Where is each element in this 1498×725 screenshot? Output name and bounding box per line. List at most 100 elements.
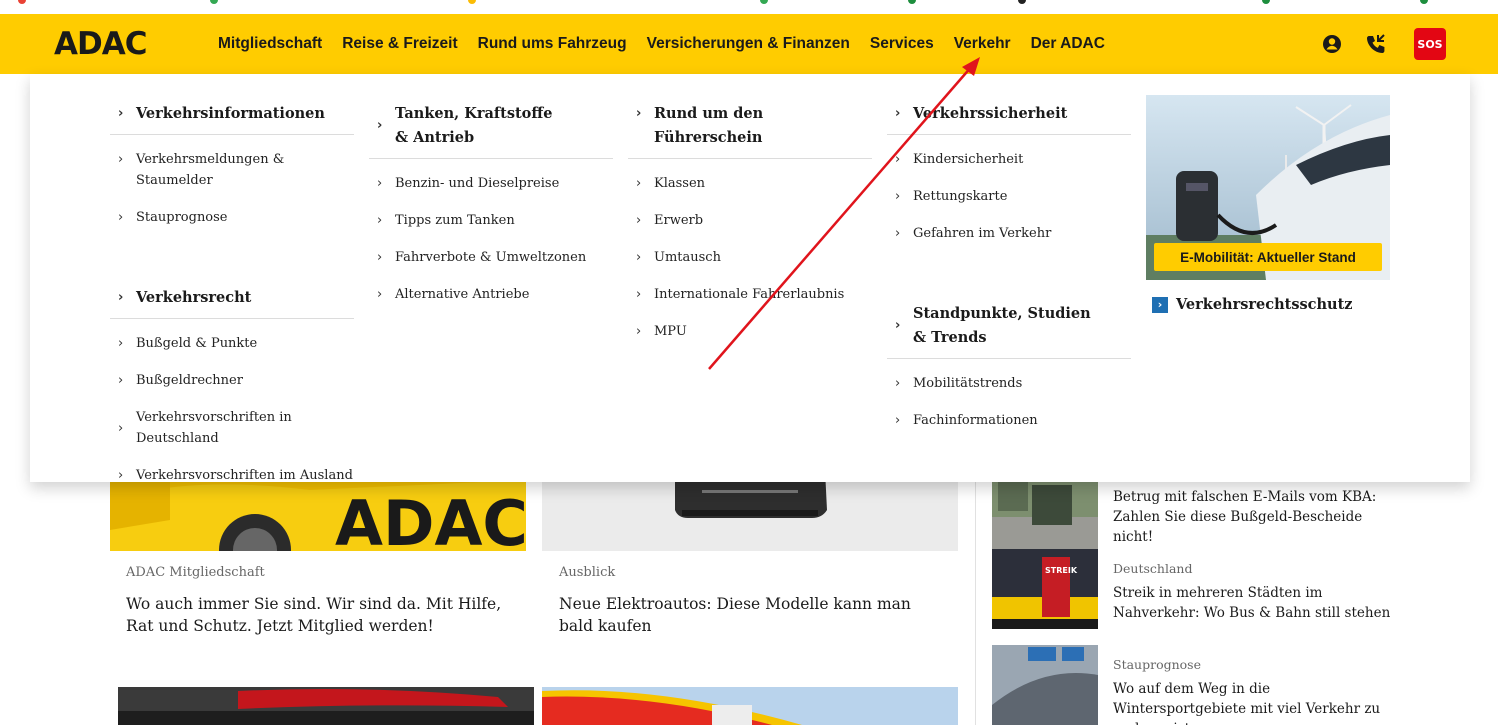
menu-item-label: Bußgeld & Punkte bbox=[136, 336, 258, 351]
menu-item-label: Tipps zum Tanken bbox=[395, 213, 515, 228]
indicator-dot bbox=[1420, 0, 1428, 4]
menu-column-4: › Verkehrssicherheit › Kindersicherheit › R… bbox=[887, 94, 1131, 439]
menu-heading-tanken[interactable]: › Tanken, Kraftstoffe & Antrieb bbox=[369, 94, 613, 159]
nav-item-services[interactable]: Services bbox=[860, 35, 944, 53]
verkehrsrechtsschutz-link[interactable]: › Verkehrsrechtsschutz bbox=[1152, 296, 1353, 313]
sidebar-category: Stauprognose bbox=[1113, 657, 1201, 672]
menu-item[interactable]: › Internationale Fahrerlaubnis bbox=[628, 276, 872, 313]
sidebar-article-title[interactable]: Wo auf dem Weg in die Wintersportgebiete… bbox=[1113, 679, 1403, 725]
chevron-right-icon: › bbox=[1152, 296, 1168, 313]
chevron-right-icon: › bbox=[377, 213, 383, 228]
menu-heading-verkehrsrecht[interactable]: › Verkehrsrecht bbox=[110, 278, 354, 319]
menu-item-label: Fahrverbote & Umweltzonen bbox=[395, 250, 587, 265]
chevron-right-icon: › bbox=[118, 290, 124, 305]
card-category: ADAC Mitgliedschaft bbox=[126, 565, 265, 580]
menu-item[interactable]: › Fahrverbote & Umweltzonen bbox=[369, 239, 613, 276]
site-header: ADAC Mitgliedschaft Reise & Freizeit Run… bbox=[0, 14, 1498, 74]
adac-logo[interactable]: ADAC bbox=[54, 26, 147, 62]
menu-heading-label: Verkehrssicherheit bbox=[913, 105, 1068, 122]
chevron-right-icon: › bbox=[895, 376, 901, 391]
menu-column-3: › Rund um den Führerschein › Klassen › Erwe… bbox=[628, 94, 872, 350]
chevron-right-icon: › bbox=[895, 226, 901, 241]
menu-item-label: Internationale Fahrerlaubnis bbox=[654, 287, 845, 302]
menu-item[interactable]: › Erwerb bbox=[628, 202, 872, 239]
menu-item[interactable]: › Kindersicherheit bbox=[887, 141, 1131, 178]
chevron-right-icon: › bbox=[636, 106, 642, 121]
chevron-right-icon: › bbox=[895, 318, 901, 333]
menu-item[interactable]: › Stauprognose bbox=[110, 199, 354, 236]
menu-heading-label: Verkehrsinformationen bbox=[136, 105, 325, 122]
sidebar-article-title[interactable]: Betrug mit falschen E-Mails vom KBA: Zah… bbox=[1113, 487, 1403, 547]
indicator-dot bbox=[468, 0, 476, 4]
menu-item[interactable]: › Tipps zum Tanken bbox=[369, 202, 613, 239]
menu-item-label: Alternative Antriebe bbox=[395, 287, 530, 302]
menu-heading-standpunkte[interactable]: › Standpunkte, Studien & Trends bbox=[887, 294, 1131, 359]
chevron-right-icon: › bbox=[377, 250, 383, 265]
chevron-right-icon: › bbox=[377, 176, 383, 191]
menu-heading-label: Rund um den Führerschein bbox=[654, 105, 764, 146]
menu-item[interactable]: › Alternative Antriebe bbox=[369, 276, 613, 313]
menu-item-label: Verkehrsvorschriften im Ausland bbox=[136, 468, 353, 483]
menu-item[interactable]: › Verkehrsmeldungen & Staumelder bbox=[110, 141, 354, 199]
phone-icon[interactable] bbox=[1360, 28, 1392, 60]
promo-badge[interactable]: E-Mobilität: Aktueller Stand bbox=[1154, 243, 1382, 271]
menu-item-label: Umtausch bbox=[654, 250, 721, 265]
chevron-right-icon: › bbox=[636, 287, 642, 302]
menu-item[interactable]: › Verkehrsvorschriften im Ausland bbox=[110, 457, 354, 494]
main-nav: Mitgliedschaft Reise & Freizeit Rund ums… bbox=[208, 14, 1115, 74]
menu-heading-label: Tanken, Kraftstoffe & Antrieb bbox=[395, 105, 553, 146]
menu-item[interactable]: › Bußgeldrechner bbox=[110, 362, 354, 399]
menu-item[interactable]: › Rettungskarte bbox=[887, 178, 1131, 215]
menu-item-label: Erwerb bbox=[654, 213, 704, 228]
menu-item-label: Verkehrsvorschriften in Deutschland bbox=[136, 410, 292, 446]
nav-item-reise-freizeit[interactable]: Reise & Freizeit bbox=[332, 35, 467, 53]
indicator-dot bbox=[1018, 0, 1026, 4]
promo-image-emobility[interactable]: E-Mobilität: Aktueller Stand bbox=[1146, 95, 1390, 280]
card-title[interactable]: Neue Elektroautos: Diese Modelle kann ma… bbox=[559, 593, 943, 637]
chevron-right-icon: › bbox=[895, 413, 901, 428]
menu-item-label: Klassen bbox=[654, 176, 706, 191]
chevron-right-icon: › bbox=[895, 152, 901, 167]
menu-item[interactable]: › Fachinformationen bbox=[887, 402, 1131, 439]
nav-item-verkehr[interactable]: Verkehr bbox=[944, 35, 1021, 53]
menu-column-1: › Verkehrsinformationen › Verkehrsmeldunge… bbox=[110, 94, 354, 494]
sidebar-category: Deutschland bbox=[1113, 561, 1193, 576]
nav-item-versicherungen-finanzen[interactable]: Versicherungen & Finanzen bbox=[637, 35, 860, 53]
menu-item[interactable]: › MPU bbox=[628, 313, 872, 350]
menu-item[interactable]: › Verkehrsvorschriften in Deutschland bbox=[110, 399, 354, 457]
menu-item[interactable]: › Benzin- und Dieselpreise bbox=[369, 165, 613, 202]
card-title[interactable]: Wo auch immer Sie sind. Wir sind da. Mit… bbox=[126, 593, 510, 637]
menu-item[interactable]: › Gefahren im Verkehr bbox=[887, 215, 1131, 252]
menu-item-label: Fachinformationen bbox=[913, 413, 1038, 428]
menu-item[interactable]: › Bußgeld & Punkte bbox=[110, 325, 354, 362]
nav-item-rund-ums-fahrzeug[interactable]: Rund ums Fahrzeug bbox=[468, 35, 637, 53]
menu-item-label: Gefahren im Verkehr bbox=[913, 226, 1052, 241]
card-image-car-light[interactable] bbox=[118, 687, 534, 725]
chevron-right-icon: › bbox=[118, 336, 124, 351]
menu-item[interactable]: › Mobilitätstrends bbox=[887, 365, 1131, 402]
top-strip bbox=[0, 0, 1498, 14]
indicator-dot bbox=[908, 0, 916, 4]
indicator-dot bbox=[18, 0, 26, 4]
sos-button[interactable]: SOS bbox=[1414, 28, 1446, 60]
chevron-right-icon: › bbox=[118, 210, 124, 225]
menu-item[interactable]: › Umtausch bbox=[628, 239, 872, 276]
card-image-fuel[interactable] bbox=[542, 687, 958, 725]
sidebar-thumb[interactable] bbox=[992, 645, 1098, 725]
chevron-right-icon: › bbox=[895, 106, 901, 121]
indicator-dot bbox=[760, 0, 768, 4]
nav-item-der-adac[interactable]: Der ADAC bbox=[1021, 35, 1115, 53]
sidebar-thumb[interactable]: STREIK bbox=[992, 549, 1098, 629]
chevron-right-icon: › bbox=[118, 468, 124, 483]
menu-heading-verkehrssicherheit[interactable]: › Verkehrssicherheit bbox=[887, 94, 1131, 135]
card-image-ev[interactable] bbox=[542, 470, 958, 551]
account-icon[interactable] bbox=[1316, 28, 1348, 60]
menu-item[interactable]: › Klassen bbox=[628, 165, 872, 202]
menu-heading-label: Standpunkte, Studien & Trends bbox=[913, 305, 1091, 346]
sidebar-article-title[interactable]: Streik in mehreren Städten im Nahverkehr… bbox=[1113, 583, 1403, 623]
menu-heading-fuehrerschein[interactable]: › Rund um den Führerschein bbox=[628, 94, 872, 159]
chevron-right-icon: › bbox=[895, 189, 901, 204]
nav-item-mitgliedschaft[interactable]: Mitgliedschaft bbox=[208, 35, 332, 53]
chevron-right-icon: › bbox=[636, 324, 642, 339]
menu-heading-verkehrsinformationen[interactable]: › Verkehrsinformationen bbox=[110, 94, 354, 135]
